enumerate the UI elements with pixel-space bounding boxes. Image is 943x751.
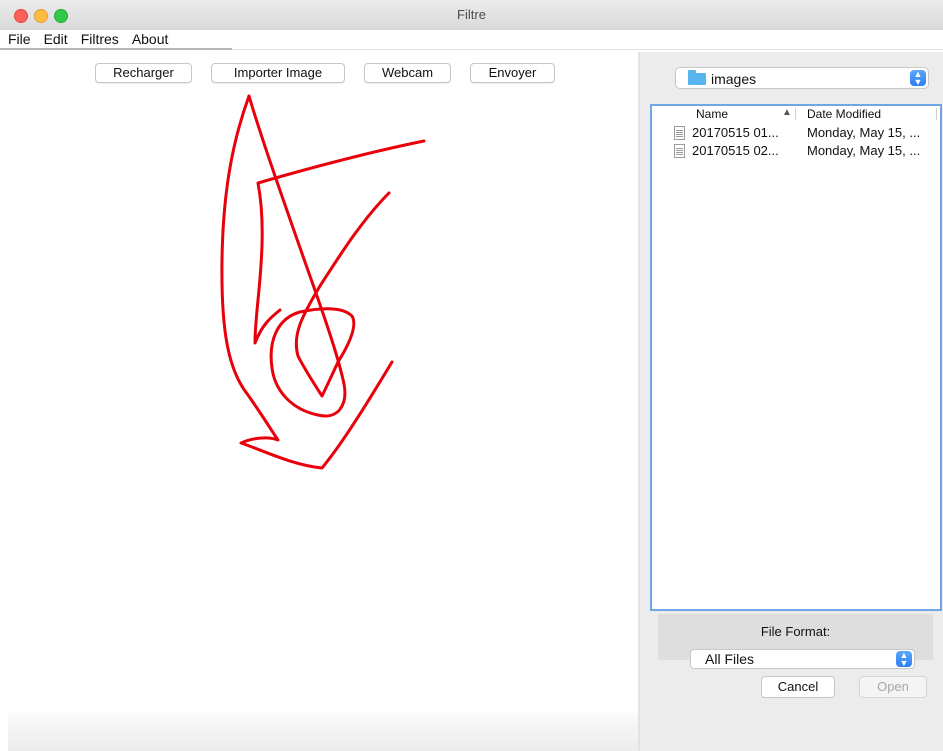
- menu-bar: File Edit Filtres About: [0, 30, 943, 48]
- file-name: 20170515 01...: [692, 125, 779, 140]
- file-format-select[interactable]: All Files ▲ ▼: [690, 649, 915, 669]
- column-name-header[interactable]: Name: [696, 107, 728, 121]
- drawing-canvas[interactable]: [0, 52, 638, 712]
- file-row[interactable]: 20170515 01... Monday, May 15, ...: [652, 124, 940, 142]
- red-strokes: [220, 94, 426, 470]
- chevron-up-down-icon: ▲ ▼: [896, 651, 912, 668]
- menu-about[interactable]: About: [132, 30, 169, 48]
- reload-button[interactable]: Recharger: [95, 63, 192, 83]
- bottom-bar: [8, 712, 638, 751]
- menu-underline: [0, 48, 232, 50]
- file-date: Monday, May 15, ...: [807, 125, 921, 140]
- column-date-header[interactable]: Date Modified: [807, 107, 881, 121]
- file-chooser: images ▲ ▼ Name ▲ Date Modified 20170515 …: [640, 52, 943, 751]
- file-name: 20170515 02...: [692, 143, 779, 158]
- window-title: Filtre: [457, 7, 486, 22]
- file-row[interactable]: 20170515 02... Monday, May 15, ...: [652, 142, 940, 160]
- send-button[interactable]: Envoyer: [470, 63, 555, 83]
- file-format-label: File Format:: [760, 624, 831, 639]
- document-icon: [674, 144, 685, 158]
- webcam-button[interactable]: Webcam: [364, 63, 451, 83]
- column-separator: [936, 108, 937, 120]
- column-separator: [795, 108, 796, 120]
- file-list[interactable]: Name ▲ Date Modified 20170515 01... Mond…: [650, 104, 942, 611]
- cancel-button[interactable]: Cancel: [761, 676, 835, 698]
- folder-icon: [688, 70, 706, 85]
- folder-dropdown[interactable]: images ▲ ▼: [675, 67, 929, 89]
- folder-name: images: [711, 71, 757, 87]
- stroke-diagonal-down: [247, 94, 391, 418]
- menu-file[interactable]: File: [8, 30, 31, 48]
- document-icon: [674, 126, 685, 140]
- chevron-up-down-icon: ▲ ▼: [910, 70, 926, 87]
- list-header: Name ▲ Date Modified: [652, 106, 940, 122]
- menu-filtres[interactable]: Filtres: [81, 30, 119, 48]
- sort-ascending-icon: ▲: [782, 107, 792, 118]
- stroke-upper-left: [253, 139, 426, 345]
- drawing-strokes: [220, 94, 426, 470]
- title-bar: Filtre: [0, 0, 943, 31]
- menu-divider: [232, 49, 943, 50]
- import-image-button[interactable]: Importer Image: [211, 63, 345, 83]
- menu-edit[interactable]: Edit: [44, 30, 68, 48]
- file-format-value: All Files: [705, 651, 755, 667]
- file-date: Monday, May 15, ...: [807, 143, 921, 158]
- open-button[interactable]: Open: [859, 676, 927, 698]
